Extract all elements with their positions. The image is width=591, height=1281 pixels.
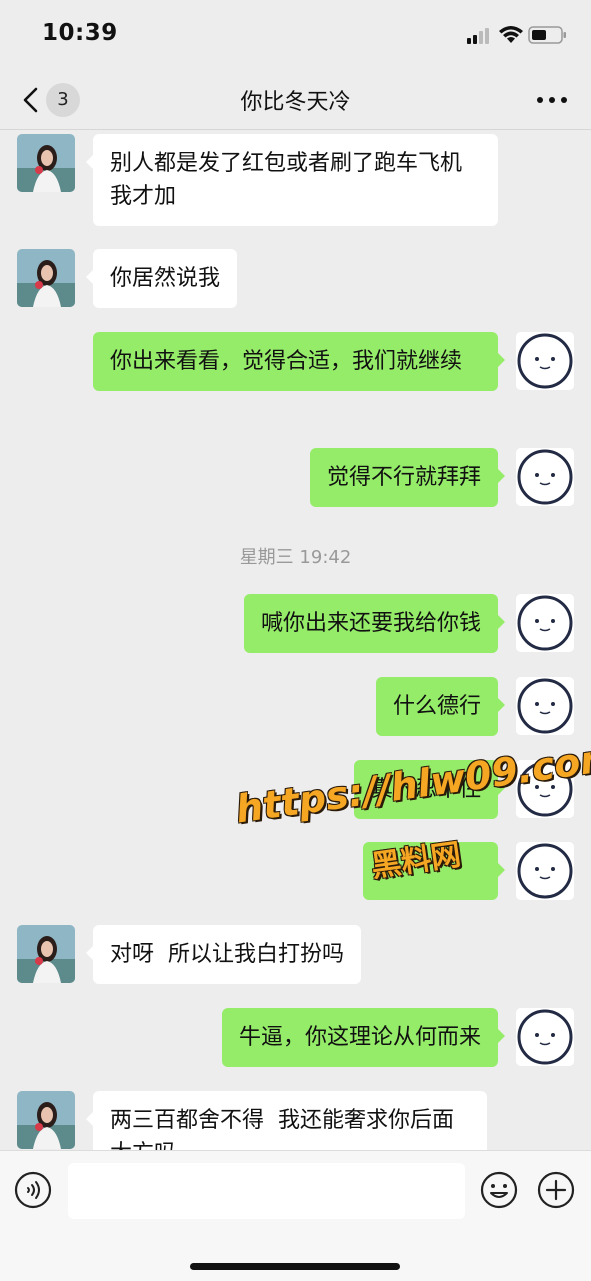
message-bubble[interactable]: 你居然说我: [85, 249, 238, 308]
self-avatar[interactable]: [516, 1008, 574, 1066]
more-dots-icon[interactable]: [534, 90, 570, 110]
emoji-icon[interactable]: [480, 1171, 518, 1209]
smiley-face-icon: [516, 677, 574, 735]
smiley-face-icon: [516, 448, 574, 506]
contact-avatar[interactable]: [17, 134, 75, 192]
smiley-face-icon: [516, 594, 574, 652]
contact-avatar[interactable]: [17, 1091, 75, 1149]
message-bubble[interactable]: 你出来看看，觉得合适，我们就继续: [93, 332, 505, 391]
message-timestamp: 星期三 19:42: [239, 547, 352, 568]
home-indicator: [190, 1263, 400, 1270]
message-bubble[interactable]: 对呀 所以让我白打扮吗: [86, 925, 361, 984]
self-avatar[interactable]: [516, 332, 574, 390]
self-avatar[interactable]: [516, 448, 574, 506]
message-list[interactable]: 别人都是发了红包或者刷了跑车飞机我才加 你居然说我 你出来看看，觉得合适，我们就…: [0, 130, 591, 1150]
message-bubble[interactable]: 两三百都舍不得 我还能奢求你后面大方吗: [86, 1091, 487, 1150]
smiley-face-icon: [516, 332, 574, 390]
message-bubble[interactable]: 牛逼，你这理论从何而来: [221, 1008, 506, 1067]
smiley-face-icon: [516, 842, 574, 900]
input-bar: [0, 1150, 591, 1281]
plus-icon[interactable]: [537, 1171, 575, 1209]
contact-avatar[interactable]: [17, 249, 75, 307]
message-bubble[interactable]: 觉得不行就拜拜: [309, 448, 506, 507]
self-avatar[interactable]: [516, 842, 574, 900]
chat-header: 3 你比冬天冷: [0, 70, 591, 130]
battery-icon: [528, 26, 566, 44]
self-avatar[interactable]: [516, 677, 574, 735]
wifi-icon: [499, 26, 523, 43]
status-bar: 10:39: [0, 0, 591, 70]
self-avatar[interactable]: [516, 594, 574, 652]
message-input[interactable]: [68, 1163, 465, 1219]
message-bubble[interactable]: 别人都是发了红包或者刷了跑车飞机我才加: [86, 134, 498, 226]
voice-icon[interactable]: [14, 1171, 52, 1209]
message-bubble[interactable]: 喊你出来还要我给你钱: [243, 594, 506, 653]
contact-avatar[interactable]: [17, 925, 75, 983]
smiley-face-icon: [516, 1008, 574, 1066]
status-time: 10:39: [42, 20, 118, 46]
message-bubble[interactable]: 什么德行: [375, 677, 506, 736]
cellular-signal-icon: [467, 28, 489, 44]
chat-title: 你比冬天冷: [240, 90, 351, 115]
